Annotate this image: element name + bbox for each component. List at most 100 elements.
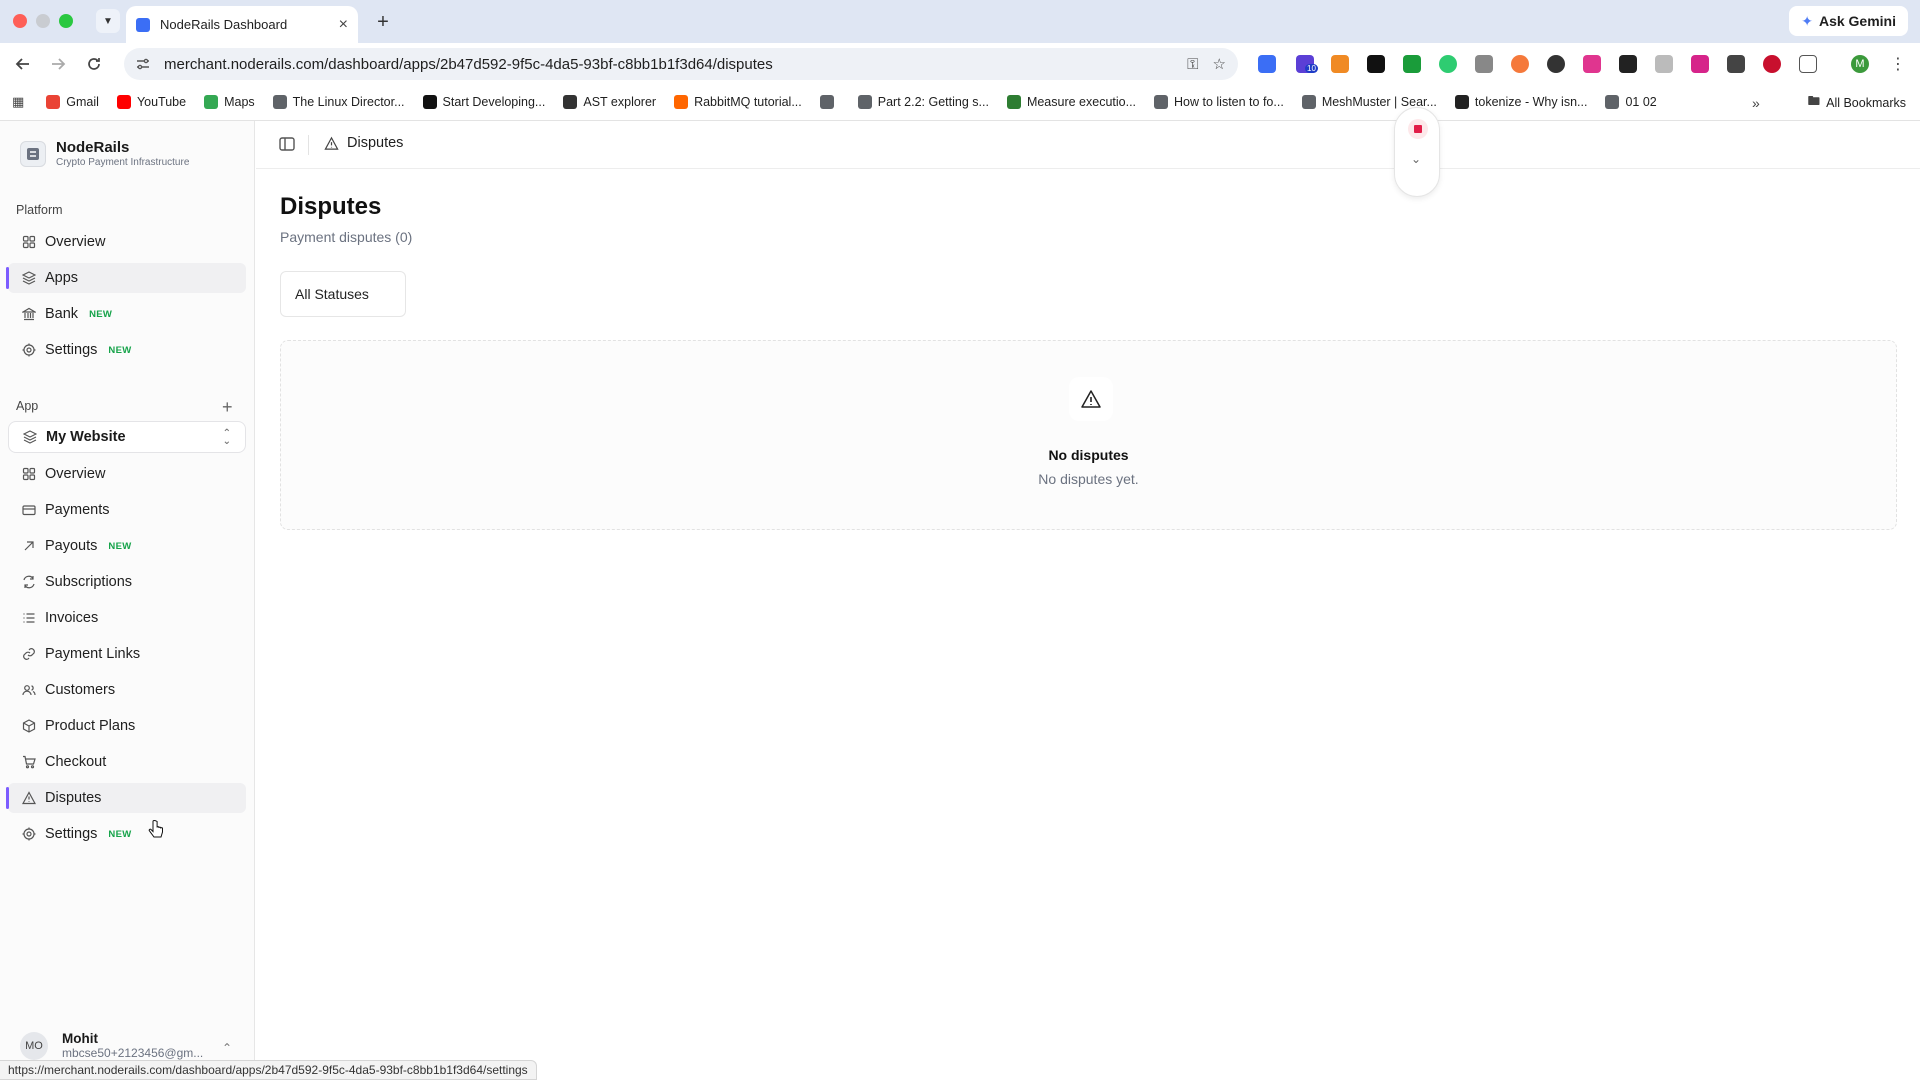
sidebar-item-payments[interactable]: Payments <box>8 495 246 525</box>
close-tab-icon[interactable]: × <box>339 16 348 34</box>
metamask-icon[interactable] <box>1331 55 1349 73</box>
bookmark-label: Measure executio... <box>1026 95 1137 109</box>
tab-search-button[interactable]: ▼ <box>96 9 120 33</box>
sidebar-item-disputes[interactable]: Disputes <box>6 783 246 813</box>
sidebar-item-overview[interactable]: Overview <box>8 227 246 257</box>
bookmark-label: 01 02 <box>1625 95 1657 109</box>
status-filter-select[interactable]: All Statuses <box>280 271 406 317</box>
bookmark-favicon-icon <box>422 95 437 109</box>
all-bookmarks-button[interactable]: 🖿 All Bookmarks <box>1808 84 1906 121</box>
extension-icon[interactable] <box>1727 55 1745 73</box>
profile-avatar[interactable]: M <box>1851 55 1869 73</box>
sidebar-item-checkout[interactable]: Checkout <box>8 747 246 777</box>
bookmark-item[interactable]: How to listen to fo... <box>1154 95 1284 109</box>
address-bar[interactable]: merchant.noderails.com/dashboard/apps/2b… <box>124 48 1238 80</box>
sidebar-item-customers[interactable]: Customers <box>8 675 246 705</box>
sidebar-item-settings[interactable]: Settings NEW <box>8 335 246 365</box>
sidebar-item-overview[interactable]: Overview <box>8 459 246 489</box>
claude-icon[interactable] <box>1511 55 1529 73</box>
bookmark-item[interactable]: tokenize - Why isn... <box>1454 95 1587 109</box>
bank-icon <box>22 307 36 321</box>
brand-name: NodeRails <box>56 139 130 156</box>
sidebar-item-subscriptions[interactable]: Subscriptions <box>8 567 246 597</box>
sidebar-item-label: Product Plans <box>45 718 136 734</box>
folder-icon: 🖿 <box>1807 94 1821 108</box>
bookmark-item[interactable] <box>819 95 840 109</box>
bookmark-item[interactable]: Gmail <box>46 95 99 109</box>
browser-tab[interactable]: NodeRails Dashboard × <box>126 6 358 43</box>
extension-icon[interactable] <box>1439 55 1457 73</box>
new-tab-button[interactable]: + <box>370 9 396 35</box>
stop-recording-button[interactable] <box>1408 119 1428 139</box>
reload-button[interactable] <box>82 52 106 76</box>
password-key-icon[interactable]: ⚿ <box>1187 56 1198 73</box>
minimize-window-button[interactable] <box>36 14 50 28</box>
warning-icon <box>324 136 339 150</box>
bookmark-label: YouTube <box>136 95 187 109</box>
user-menu[interactable]: MO Mohit mbcse50+2123456@gm... <box>20 1031 203 1060</box>
chevron-down-icon[interactable]: ⌄ <box>1411 152 1421 166</box>
top-bar: Disputes ⌄ <box>256 107 1920 197</box>
bookmark-favicon-icon <box>204 95 219 109</box>
extension-icon[interactable] <box>1547 55 1565 73</box>
recording-widget[interactable]: ⌄ <box>1394 107 1440 197</box>
bookmark-item[interactable]: 01 02 <box>1605 95 1657 109</box>
user-email: mbcse50+2123456@gm... <box>62 1046 204 1060</box>
browser-tab-strip: ▼ NodeRails Dashboard × + ✦ Ask Gemini <box>0 0 1920 43</box>
extension-icon[interactable] <box>1655 55 1673 73</box>
browser-menu-icon[interactable]: ⋮ <box>1886 52 1910 76</box>
arrow-up-right-icon <box>24 541 34 551</box>
link-status-bar: https://merchant.noderails.com/dashboard… <box>0 1060 537 1080</box>
bookmark-item[interactable]: Start Developing... <box>422 95 546 109</box>
sidebar-item-invoices[interactable]: Invoices <box>8 603 246 633</box>
bookmark-item[interactable]: AST explorer <box>563 95 656 109</box>
extension-icon[interactable] <box>1763 55 1781 73</box>
toggle-sidebar-icon[interactable] <box>278 135 296 153</box>
extension-icon[interactable] <box>1619 55 1637 73</box>
bookmark-label: Start Developing... <box>442 95 546 109</box>
extension-icon[interactable] <box>1475 55 1493 73</box>
sidebar-item-label: Checkout <box>45 754 107 770</box>
gear-icon <box>22 343 36 357</box>
layers-icon <box>23 430 37 444</box>
bookmark-item[interactable]: Measure executio... <box>1006 95 1137 109</box>
close-window-button[interactable] <box>13 14 27 28</box>
breadcrumb-label: Disputes <box>347 135 404 151</box>
extension-icon[interactable] <box>1691 55 1709 73</box>
sidebar-item-product-plans[interactable]: Product Plans <box>8 711 246 741</box>
extension-icon[interactable] <box>1258 55 1276 73</box>
chevron-up-icon[interactable]: ⌃ <box>222 1041 232 1055</box>
brand[interactable]: NodeRails Crypto Payment Infrastructure <box>20 139 189 168</box>
ask-gemini-button[interactable]: ✦ Ask Gemini <box>1789 6 1908 36</box>
sidebar-item-bank[interactable]: Bank NEW <box>8 299 246 329</box>
bookmark-star-icon[interactable]: ☆ <box>1213 55 1226 73</box>
sidebar-item-apps[interactable]: Apps <box>6 263 246 293</box>
bookmark-item[interactable]: The Linux Director... <box>272 95 405 109</box>
bookmark-item[interactable]: Part 2.2: Getting s... <box>857 95 989 109</box>
add-app-button[interactable]: + <box>222 397 233 418</box>
sidebar-item-payouts[interactable]: Payouts NEW <box>8 531 246 561</box>
maximize-window-button[interactable] <box>59 14 73 28</box>
user-name: Mohit <box>62 1031 98 1046</box>
app-switcher[interactable]: My Website ⌃ ⌄ <box>8 421 246 453</box>
sidebar-item-payment-links[interactable]: Payment Links <box>8 639 246 669</box>
page-subtitle: Payment disputes (0) <box>280 229 413 245</box>
download-icon[interactable] <box>1403 55 1421 73</box>
extension-icon[interactable]: 10 <box>1296 55 1318 73</box>
more-bookmarks-icon[interactable]: » <box>1752 84 1760 121</box>
bookmarks-bar: ▦ Gmail YouTube Maps The Linux Director... S… <box>0 84 1920 121</box>
medium-icon[interactable] <box>1367 55 1385 73</box>
bookmark-list: Gmail YouTube Maps The Linux Director... Sta… <box>46 95 1674 109</box>
back-button[interactable] <box>11 52 35 76</box>
apps-grid-icon[interactable]: ▦ <box>12 94 24 110</box>
sidebar-item-label: Payouts <box>45 538 98 554</box>
bookmark-item[interactable]: Maps <box>204 95 255 109</box>
bookmark-item[interactable]: YouTube <box>116 95 187 109</box>
bookmark-favicon-icon <box>46 95 61 109</box>
sidebar-item-settings[interactable]: Settings NEW <box>8 819 246 849</box>
extensions-puzzle-icon[interactable] <box>1799 55 1817 73</box>
bookmark-item[interactable]: RabbitMQ tutorial... <box>674 95 802 109</box>
forward-button[interactable] <box>46 52 70 76</box>
extension-icon[interactable] <box>1583 55 1601 73</box>
site-settings-icon[interactable] <box>136 57 150 71</box>
